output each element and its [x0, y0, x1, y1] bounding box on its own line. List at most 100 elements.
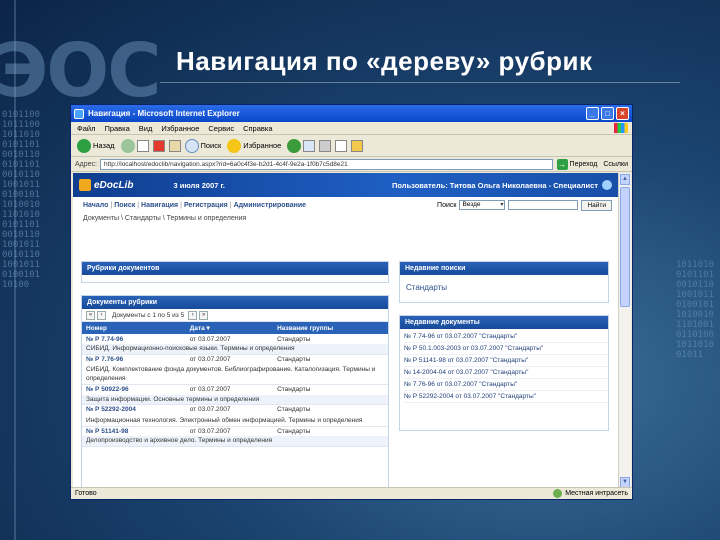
- menu-favorites[interactable]: Избранное: [161, 124, 199, 133]
- doc-title[interactable]: СИБИД. Комплектование фонда документов. …: [82, 364, 388, 385]
- nav-search[interactable]: Поиск: [114, 202, 135, 209]
- rubric-documents-panel: Документы рубрики « ‹ Документы с 1 по 5…: [81, 295, 389, 489]
- page-content: eDocLib 3 июля 2007 г. Пользователь: Тит…: [73, 173, 618, 489]
- links-button[interactable]: Ссылки: [603, 161, 628, 168]
- table-row[interactable]: № Р 7.76-96 от 03.07.2007 Стандарты: [82, 354, 388, 364]
- nav-registration[interactable]: Регистрация: [184, 202, 228, 209]
- recent-document-link[interactable]: № 7.74-96 от 03.07.2007 "Стандарты": [404, 331, 608, 343]
- recent-documents-title: Недавние документы: [400, 316, 608, 329]
- column-header-number[interactable]: Номер: [82, 322, 186, 334]
- table-row[interactable]: № Р 51141-98 от 03.07.2007 Стандарты: [82, 426, 388, 436]
- address-bar: Адрес: http://localhost/edoclib/navigati…: [71, 157, 632, 172]
- recent-search-item[interactable]: Стандарты: [400, 275, 608, 292]
- go-button[interactable]: → Переход: [556, 158, 597, 170]
- folder-icon[interactable]: [351, 139, 364, 152]
- mail-icon[interactable]: [303, 139, 316, 152]
- nav-separator: |: [137, 201, 140, 209]
- stop-icon[interactable]: [136, 139, 149, 152]
- favorites-button[interactable]: Избранное: [227, 138, 282, 153]
- doc-number[interactable]: № Р 51141-98: [82, 426, 186, 436]
- column-header-group[interactable]: Название группы: [273, 322, 388, 334]
- go-arrow-icon: →: [556, 158, 568, 170]
- doc-title[interactable]: Информационная технология. Электронный о…: [82, 414, 388, 427]
- doc-title[interactable]: СИБИД. Информационно-поисковые языки. Те…: [82, 344, 388, 355]
- doc-title[interactable]: Делопроизводство и архивное дело. Термин…: [82, 436, 388, 447]
- search-label: Поиск: [200, 141, 222, 150]
- window-titlebar[interactable]: Навигация - Microsoft Internet Explorer …: [71, 105, 632, 122]
- maximize-button[interactable]: □: [601, 107, 614, 120]
- scrollbar-thumb[interactable]: [620, 187, 630, 307]
- table-row-title[interactable]: Информационная технология. Электронный о…: [82, 414, 388, 427]
- browser-toolbar: Назад Поиск Избранное: [71, 135, 632, 157]
- recent-document-link[interactable]: № 14-2004-04 от 03.07.2007 "Стандарты": [404, 367, 608, 379]
- home-icon[interactable]: [168, 139, 181, 152]
- doc-date: от 03.07.2007: [189, 355, 231, 363]
- close-button[interactable]: ×: [616, 107, 629, 120]
- forward-button[interactable]: [120, 138, 135, 153]
- find-button[interactable]: Найти: [581, 199, 612, 211]
- recent-document-link[interactable]: № 7.76-96 от 03.07.2007 "Стандарты": [404, 379, 608, 391]
- edit-icon[interactable]: [335, 139, 348, 152]
- back-arrow-icon: [77, 138, 91, 153]
- nav-administration[interactable]: Администрирование: [234, 202, 307, 209]
- vertical-scrollbar[interactable]: ▲ ▼: [618, 173, 631, 489]
- menu-edit[interactable]: Правка: [104, 124, 129, 133]
- recent-document-link[interactable]: № Р 52292-2004 от 03.07.2007 "Стандарты": [404, 391, 608, 403]
- refresh-icon[interactable]: [152, 139, 165, 152]
- nav-separator: |: [180, 201, 182, 209]
- menu-tools[interactable]: Сервис: [208, 124, 234, 133]
- ie-icon: [74, 108, 84, 119]
- search-input[interactable]: [508, 200, 579, 210]
- favorites-label: Избранное: [243, 141, 282, 150]
- doc-date: от 03.07.2007: [189, 335, 231, 343]
- status-text: Готово: [75, 490, 97, 497]
- search-scope-select[interactable]: Везде: [459, 200, 506, 210]
- pager: « ‹ Документы с 1 по 5 из 5 › »: [82, 309, 388, 322]
- nav-home[interactable]: Начало: [83, 202, 108, 209]
- eos-logo: ЭОС: [0, 28, 162, 114]
- search-button[interactable]: Поиск: [184, 138, 222, 153]
- back-label: Назад: [93, 141, 115, 150]
- table-row[interactable]: № Р 7.74-96 от 03.07.2007 Стандарты: [82, 334, 388, 344]
- first-page-button[interactable]: «: [86, 310, 95, 320]
- doc-title[interactable]: Защита информации. Основные термины и оп…: [82, 394, 388, 405]
- table-row-title[interactable]: СИБИД. Комплектование фонда документов. …: [82, 364, 388, 385]
- nav-navigation[interactable]: Навигация: [141, 202, 178, 209]
- table-row[interactable]: № Р 52292-2004 от 03.07.2007 Стандарты: [82, 405, 388, 415]
- scroll-up-button[interactable]: ▲: [620, 174, 630, 185]
- doc-number[interactable]: № Р 7.74-96: [82, 334, 186, 344]
- table-row-title[interactable]: Защита информации. Основные термины и оп…: [82, 394, 388, 405]
- doc-group: Стандарты: [277, 406, 311, 414]
- table-row-title[interactable]: Делопроизводство и архивное дело. Термин…: [82, 436, 388, 447]
- doc-number[interactable]: № Р 50922-96: [82, 385, 186, 395]
- current-date: 3 июля 2007 г.: [173, 180, 225, 190]
- print-icon[interactable]: [319, 139, 332, 152]
- back-button[interactable]: Назад: [77, 138, 115, 153]
- table-row-title[interactable]: СИБИД. Информационно-поисковые языки. Те…: [82, 344, 388, 355]
- table-row[interactable]: № Р 50922-96 от 03.07.2007 Стандарты: [82, 385, 388, 395]
- column-header-date[interactable]: Дата ▾: [185, 322, 274, 334]
- app-banner: eDocLib 3 июля 2007 г. Пользователь: Тит…: [73, 173, 618, 197]
- rubrics-panel-title[interactable]: Рубрики документов: [82, 262, 388, 275]
- menu-help[interactable]: Справка: [243, 124, 272, 133]
- address-label: Адрес:: [75, 160, 97, 168]
- pager-text: Документы с 1 по 5 из 5: [112, 311, 185, 319]
- next-page-button[interactable]: ›: [188, 310, 198, 320]
- recent-document-link[interactable]: № Р 51141-98 от 03.07.2007 "Стандарты": [404, 355, 608, 367]
- menu-file[interactable]: Файл: [77, 124, 95, 133]
- doc-group: Стандарты: [277, 386, 311, 394]
- last-page-button[interactable]: »: [199, 310, 209, 320]
- recent-documents-list: № 7.74-96 от 03.07.2007 "Стандарты" № Р …: [400, 329, 608, 403]
- minimize-button[interactable]: _: [586, 107, 599, 120]
- address-input[interactable]: http://localhost/edoclib/navigation.aspx…: [99, 158, 553, 170]
- doc-group: Стандарты: [277, 335, 311, 343]
- doc-date: от 03.07.2007: [189, 386, 231, 394]
- menu-view[interactable]: Вид: [139, 124, 153, 133]
- prev-page-button[interactable]: ‹: [97, 310, 106, 320]
- rubric-documents-title: Документы рубрики: [82, 296, 388, 309]
- rubrics-panel: Рубрики документов: [81, 261, 389, 283]
- doc-number[interactable]: № Р 52292-2004: [82, 405, 186, 415]
- doc-number[interactable]: № Р 7.76-96: [82, 354, 186, 364]
- recent-document-link[interactable]: № Р 50.1.003-2003 от 03.07.2007 "Стандар…: [404, 343, 608, 355]
- history-icon[interactable]: [287, 138, 302, 153]
